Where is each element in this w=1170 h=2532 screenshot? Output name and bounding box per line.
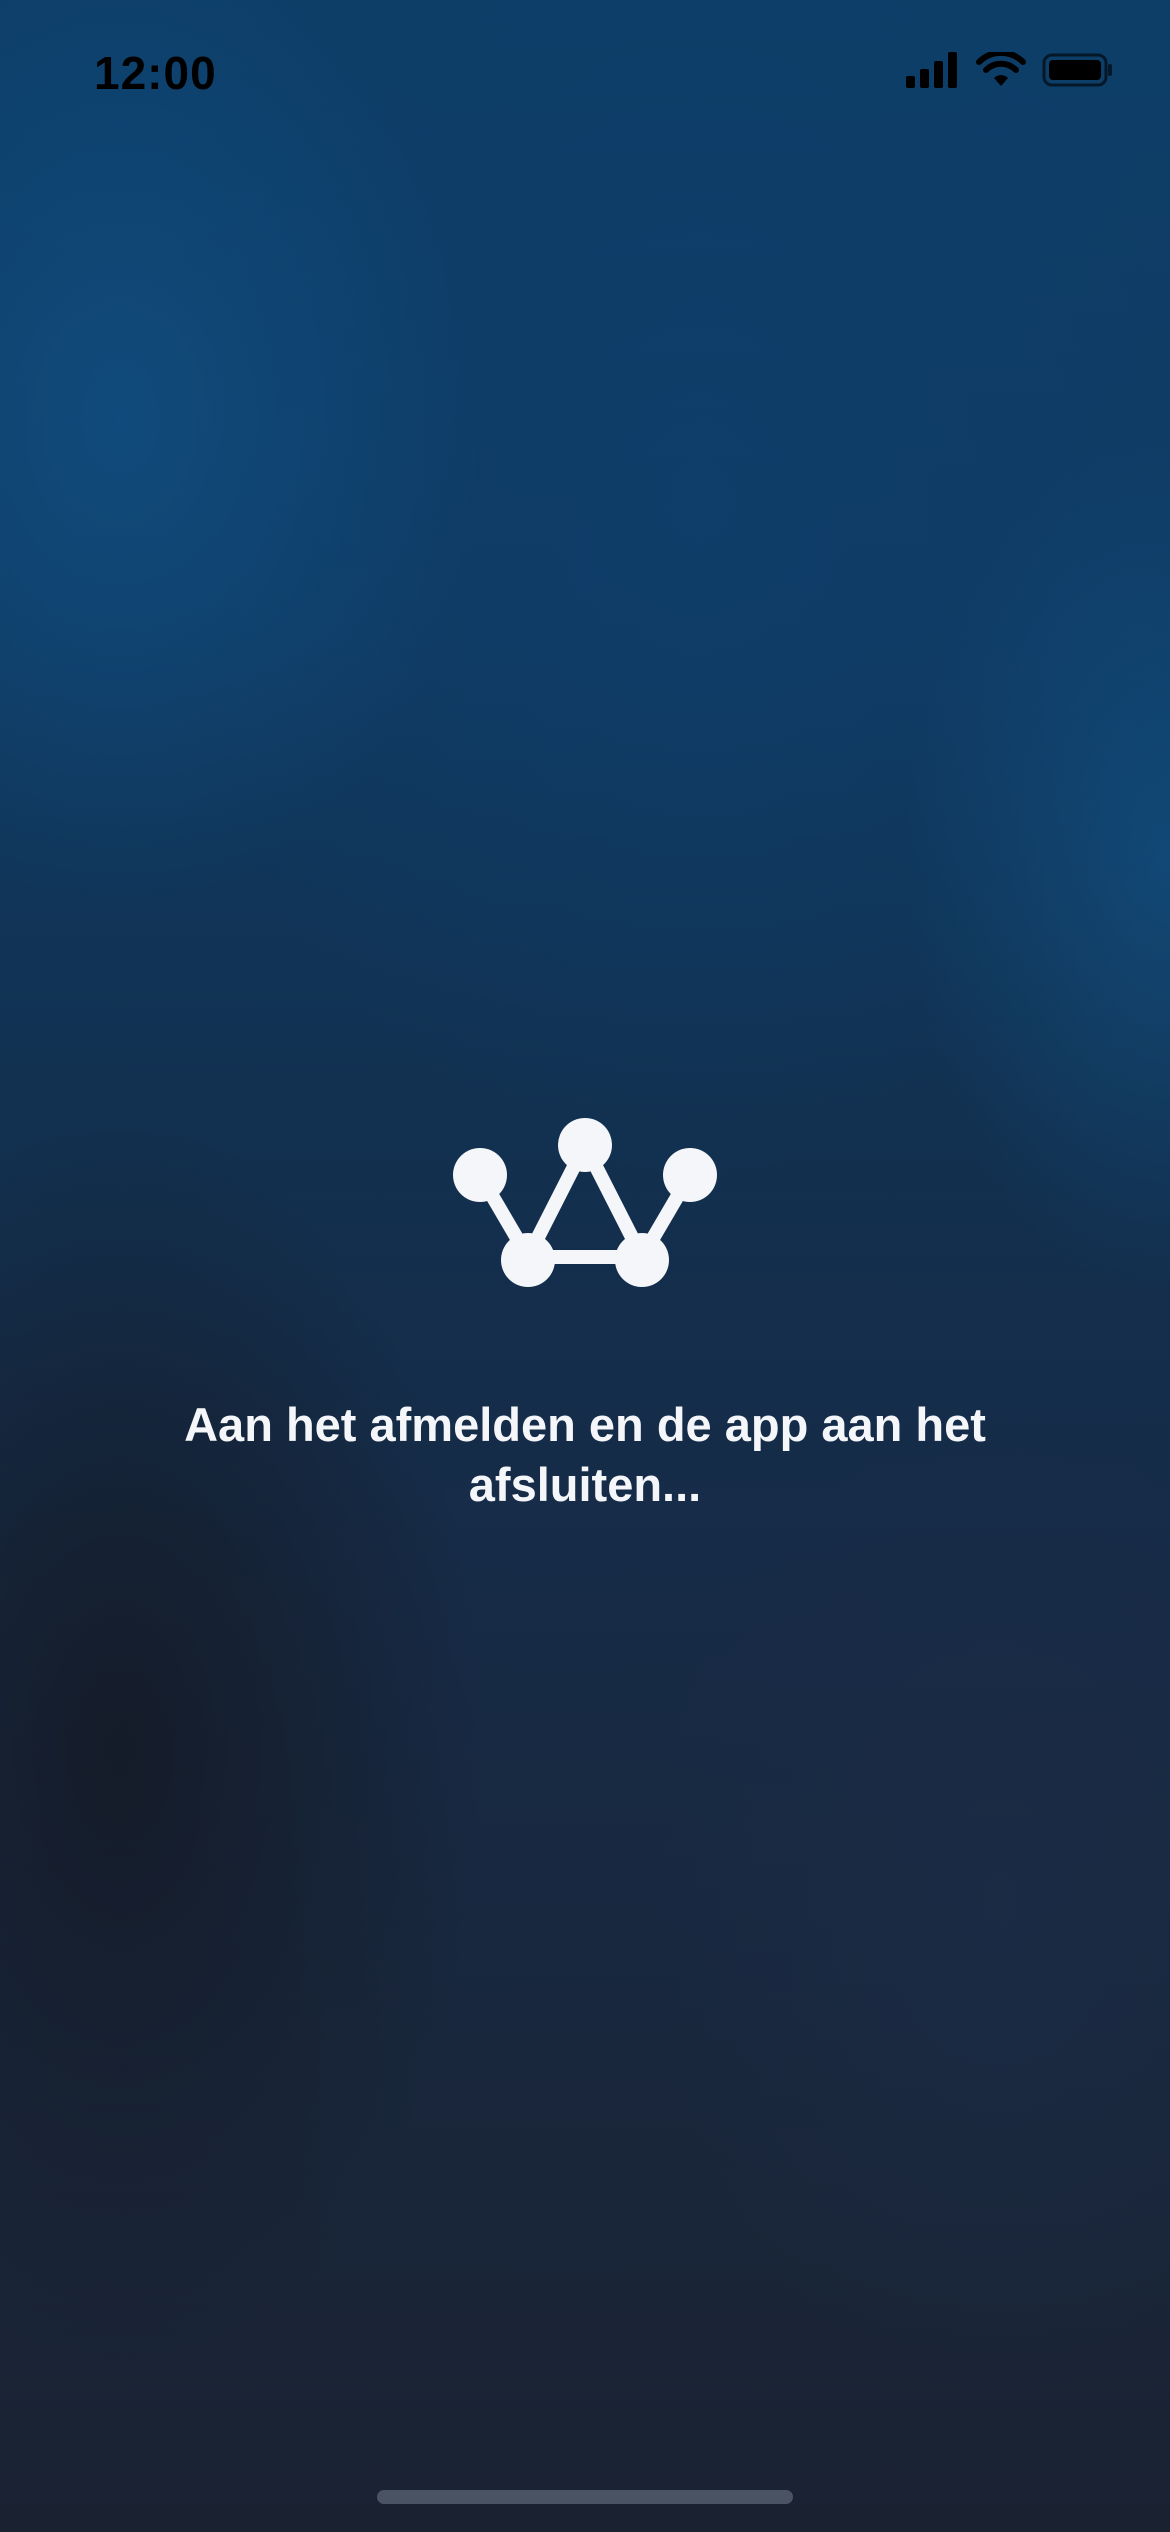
- status-icons: [906, 52, 1114, 88]
- battery-icon: [1042, 53, 1112, 87]
- crown-network-logo-icon: [453, 1118, 717, 1287]
- logout-message: Aan het afmelden en de app aan het afslu…: [184, 1398, 986, 1511]
- status-bar: 12:00: [0, 0, 1170, 150]
- status-time: 12:00: [94, 47, 217, 99]
- cellular-signal-icon: [906, 52, 957, 88]
- home-indicator[interactable]: [377, 2490, 793, 2504]
- logout-content: Aan het afmelden en de app aan het afslu…: [0, 1115, 1170, 1515]
- wifi-icon: [976, 52, 1026, 86]
